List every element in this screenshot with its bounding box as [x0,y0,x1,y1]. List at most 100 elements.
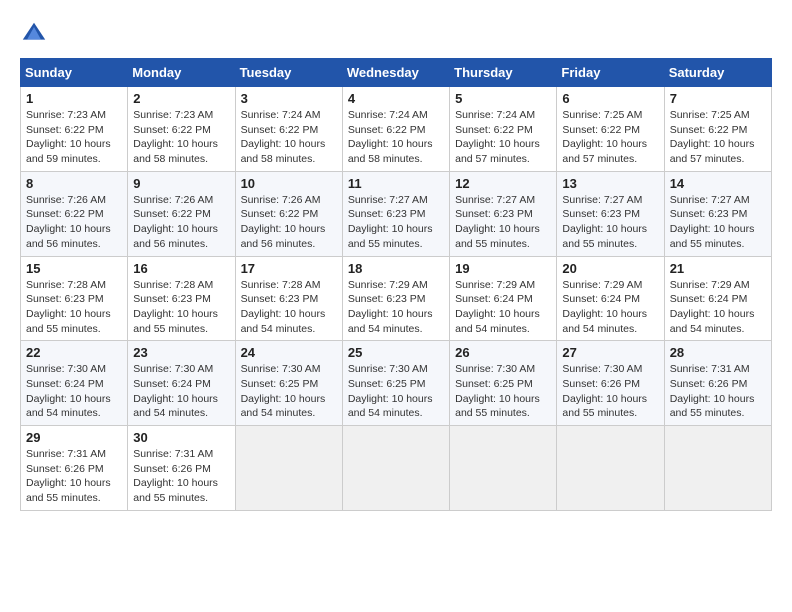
calendar-cell [664,426,771,511]
day-number: 28 [670,345,766,360]
calendar-cell: 29 Sunrise: 7:31 AM Sunset: 6:26 PM Dayl… [21,426,128,511]
page-header [20,20,772,48]
day-number: 10 [241,176,337,191]
day-info: Sunrise: 7:25 AM Sunset: 6:22 PM Dayligh… [562,108,658,167]
day-info: Sunrise: 7:27 AM Sunset: 6:23 PM Dayligh… [455,193,551,252]
day-info: Sunrise: 7:28 AM Sunset: 6:23 PM Dayligh… [26,278,122,337]
day-info: Sunrise: 7:26 AM Sunset: 6:22 PM Dayligh… [26,193,122,252]
calendar-header-thursday: Thursday [450,59,557,87]
day-info: Sunrise: 7:31 AM Sunset: 6:26 PM Dayligh… [26,447,122,506]
calendar-cell: 21 Sunrise: 7:29 AM Sunset: 6:24 PM Dayl… [664,256,771,341]
day-info: Sunrise: 7:27 AM Sunset: 6:23 PM Dayligh… [562,193,658,252]
day-info: Sunrise: 7:30 AM Sunset: 6:25 PM Dayligh… [348,362,444,421]
day-number: 5 [455,91,551,106]
calendar-header-tuesday: Tuesday [235,59,342,87]
calendar-week-row: 29 Sunrise: 7:31 AM Sunset: 6:26 PM Dayl… [21,426,772,511]
day-info: Sunrise: 7:28 AM Sunset: 6:23 PM Dayligh… [133,278,229,337]
calendar-cell: 9 Sunrise: 7:26 AM Sunset: 6:22 PM Dayli… [128,171,235,256]
calendar-cell: 4 Sunrise: 7:24 AM Sunset: 6:22 PM Dayli… [342,87,449,172]
calendar-week-row: 15 Sunrise: 7:28 AM Sunset: 6:23 PM Dayl… [21,256,772,341]
day-number: 1 [26,91,122,106]
day-info: Sunrise: 7:29 AM Sunset: 6:24 PM Dayligh… [455,278,551,337]
day-info: Sunrise: 7:24 AM Sunset: 6:22 PM Dayligh… [348,108,444,167]
day-number: 27 [562,345,658,360]
calendar-week-row: 1 Sunrise: 7:23 AM Sunset: 6:22 PM Dayli… [21,87,772,172]
day-number: 14 [670,176,766,191]
calendar-header-sunday: Sunday [21,59,128,87]
day-number: 4 [348,91,444,106]
calendar-cell [557,426,664,511]
calendar-week-row: 8 Sunrise: 7:26 AM Sunset: 6:22 PM Dayli… [21,171,772,256]
day-number: 30 [133,430,229,445]
day-number: 25 [348,345,444,360]
calendar-cell: 20 Sunrise: 7:29 AM Sunset: 6:24 PM Dayl… [557,256,664,341]
calendar-cell: 22 Sunrise: 7:30 AM Sunset: 6:24 PM Dayl… [21,341,128,426]
day-number: 13 [562,176,658,191]
day-number: 24 [241,345,337,360]
day-number: 23 [133,345,229,360]
calendar-cell: 30 Sunrise: 7:31 AM Sunset: 6:26 PM Dayl… [128,426,235,511]
day-info: Sunrise: 7:30 AM Sunset: 6:24 PM Dayligh… [26,362,122,421]
day-info: Sunrise: 7:26 AM Sunset: 6:22 PM Dayligh… [241,193,337,252]
day-number: 19 [455,261,551,276]
calendar-cell: 13 Sunrise: 7:27 AM Sunset: 6:23 PM Dayl… [557,171,664,256]
day-number: 6 [562,91,658,106]
day-number: 17 [241,261,337,276]
calendar-cell: 5 Sunrise: 7:24 AM Sunset: 6:22 PM Dayli… [450,87,557,172]
day-number: 29 [26,430,122,445]
day-number: 8 [26,176,122,191]
calendar-cell: 2 Sunrise: 7:23 AM Sunset: 6:22 PM Dayli… [128,87,235,172]
day-number: 16 [133,261,229,276]
day-info: Sunrise: 7:30 AM Sunset: 6:24 PM Dayligh… [133,362,229,421]
day-number: 11 [348,176,444,191]
day-info: Sunrise: 7:29 AM Sunset: 6:23 PM Dayligh… [348,278,444,337]
day-info: Sunrise: 7:25 AM Sunset: 6:22 PM Dayligh… [670,108,766,167]
logo-icon [20,20,48,48]
day-number: 26 [455,345,551,360]
day-info: Sunrise: 7:31 AM Sunset: 6:26 PM Dayligh… [670,362,766,421]
calendar-cell: 23 Sunrise: 7:30 AM Sunset: 6:24 PM Dayl… [128,341,235,426]
calendar-cell: 16 Sunrise: 7:28 AM Sunset: 6:23 PM Dayl… [128,256,235,341]
calendar-cell: 3 Sunrise: 7:24 AM Sunset: 6:22 PM Dayli… [235,87,342,172]
calendar-header-saturday: Saturday [664,59,771,87]
day-info: Sunrise: 7:31 AM Sunset: 6:26 PM Dayligh… [133,447,229,506]
calendar-cell [342,426,449,511]
calendar-cell: 24 Sunrise: 7:30 AM Sunset: 6:25 PM Dayl… [235,341,342,426]
calendar-cell: 11 Sunrise: 7:27 AM Sunset: 6:23 PM Dayl… [342,171,449,256]
day-info: Sunrise: 7:26 AM Sunset: 6:22 PM Dayligh… [133,193,229,252]
calendar-cell: 12 Sunrise: 7:27 AM Sunset: 6:23 PM Dayl… [450,171,557,256]
day-number: 15 [26,261,122,276]
day-info: Sunrise: 7:30 AM Sunset: 6:26 PM Dayligh… [562,362,658,421]
day-info: Sunrise: 7:27 AM Sunset: 6:23 PM Dayligh… [670,193,766,252]
calendar-cell: 18 Sunrise: 7:29 AM Sunset: 6:23 PM Dayl… [342,256,449,341]
day-number: 12 [455,176,551,191]
calendar-cell: 26 Sunrise: 7:30 AM Sunset: 6:25 PM Dayl… [450,341,557,426]
day-info: Sunrise: 7:29 AM Sunset: 6:24 PM Dayligh… [562,278,658,337]
calendar-table: SundayMondayTuesdayWednesdayThursdayFrid… [20,58,772,511]
calendar-cell: 17 Sunrise: 7:28 AM Sunset: 6:23 PM Dayl… [235,256,342,341]
day-info: Sunrise: 7:23 AM Sunset: 6:22 PM Dayligh… [133,108,229,167]
day-info: Sunrise: 7:27 AM Sunset: 6:23 PM Dayligh… [348,193,444,252]
calendar-cell: 14 Sunrise: 7:27 AM Sunset: 6:23 PM Dayl… [664,171,771,256]
day-number: 3 [241,91,337,106]
calendar-cell [235,426,342,511]
day-number: 2 [133,91,229,106]
calendar-cell: 25 Sunrise: 7:30 AM Sunset: 6:25 PM Dayl… [342,341,449,426]
calendar-header-monday: Monday [128,59,235,87]
day-number: 22 [26,345,122,360]
day-info: Sunrise: 7:28 AM Sunset: 6:23 PM Dayligh… [241,278,337,337]
calendar-header-friday: Friday [557,59,664,87]
day-info: Sunrise: 7:24 AM Sunset: 6:22 PM Dayligh… [455,108,551,167]
calendar-cell: 15 Sunrise: 7:28 AM Sunset: 6:23 PM Dayl… [21,256,128,341]
calendar-week-row: 22 Sunrise: 7:30 AM Sunset: 6:24 PM Dayl… [21,341,772,426]
calendar-header-wednesday: Wednesday [342,59,449,87]
calendar-cell: 19 Sunrise: 7:29 AM Sunset: 6:24 PM Dayl… [450,256,557,341]
day-number: 18 [348,261,444,276]
calendar-header-row: SundayMondayTuesdayWednesdayThursdayFrid… [21,59,772,87]
calendar-cell [450,426,557,511]
calendar-cell: 1 Sunrise: 7:23 AM Sunset: 6:22 PM Dayli… [21,87,128,172]
day-info: Sunrise: 7:23 AM Sunset: 6:22 PM Dayligh… [26,108,122,167]
calendar-cell: 27 Sunrise: 7:30 AM Sunset: 6:26 PM Dayl… [557,341,664,426]
day-info: Sunrise: 7:29 AM Sunset: 6:24 PM Dayligh… [670,278,766,337]
calendar-cell: 6 Sunrise: 7:25 AM Sunset: 6:22 PM Dayli… [557,87,664,172]
